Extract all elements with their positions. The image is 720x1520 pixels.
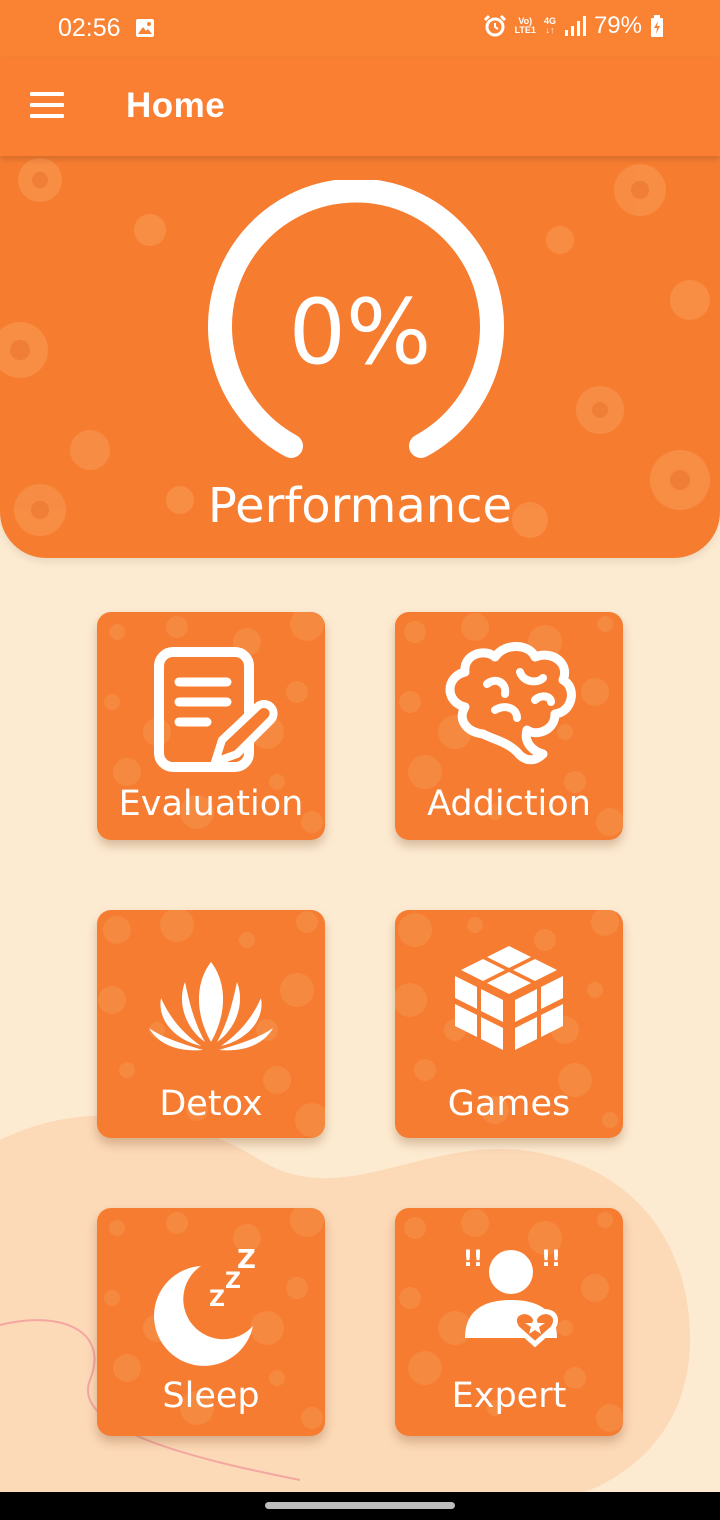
tile-evaluation[interactable]: Evaluation xyxy=(97,612,325,840)
expert-person-icon: !! !! xyxy=(463,1247,561,1348)
status-time: 02:56 xyxy=(58,14,121,42)
tile-games[interactable]: Games xyxy=(395,910,623,1138)
menu-icon[interactable] xyxy=(30,92,66,122)
alarm-icon xyxy=(483,14,506,37)
tile-label: Expert xyxy=(451,1376,567,1416)
tile-sleep[interactable]: Z Z Z Sleep xyxy=(97,1208,325,1436)
svg-text:Z: Z xyxy=(209,1287,225,1312)
tile-label: Sleep xyxy=(162,1376,260,1416)
status-icons: Vo) LTE1 4G ↓↑ 79% xyxy=(483,12,664,40)
evaluation-notepad-icon xyxy=(154,647,278,772)
page-title: Home xyxy=(126,86,226,125)
svg-text:Z: Z xyxy=(237,1245,256,1275)
gallery-notification-icon xyxy=(136,19,154,37)
battery-percent: 79% xyxy=(593,12,642,39)
tile-label: Evaluation xyxy=(118,784,304,824)
tile-label: Detox xyxy=(159,1084,263,1124)
tile-detox[interactable]: Detox xyxy=(97,910,325,1138)
home-gesture-handle[interactable] xyxy=(265,1502,455,1509)
signal-icon xyxy=(564,16,586,36)
svg-text:!!: !! xyxy=(463,1247,483,1272)
brain-icon xyxy=(445,642,576,765)
battery-charging-icon xyxy=(651,15,663,37)
tile-label: Games xyxy=(447,1084,571,1124)
performance-value: 0% xyxy=(288,280,432,385)
tile-addiction[interactable]: Addiction xyxy=(395,612,623,840)
volte-indicator: Vo) LTE1 xyxy=(514,16,536,35)
moon-sleep-icon: Z Z Z xyxy=(154,1245,256,1366)
tile-label: Addiction xyxy=(427,784,591,824)
network-type-indicator: 4G ↓↑ xyxy=(543,16,556,35)
lotus-icon xyxy=(149,962,273,1051)
status-bar: 02:56 Vo) LTE1 4G ↓↑ 79% xyxy=(0,0,720,58)
app-bar: Home xyxy=(0,58,720,156)
performance-label: Performance xyxy=(207,478,513,534)
navigation-bar xyxy=(0,1492,720,1520)
performance-panel: 0% Performance xyxy=(0,150,720,558)
svg-text:!!: !! xyxy=(541,1247,561,1272)
cube-icon xyxy=(455,946,563,1050)
tile-expert[interactable]: !! !! Expert xyxy=(395,1208,623,1436)
